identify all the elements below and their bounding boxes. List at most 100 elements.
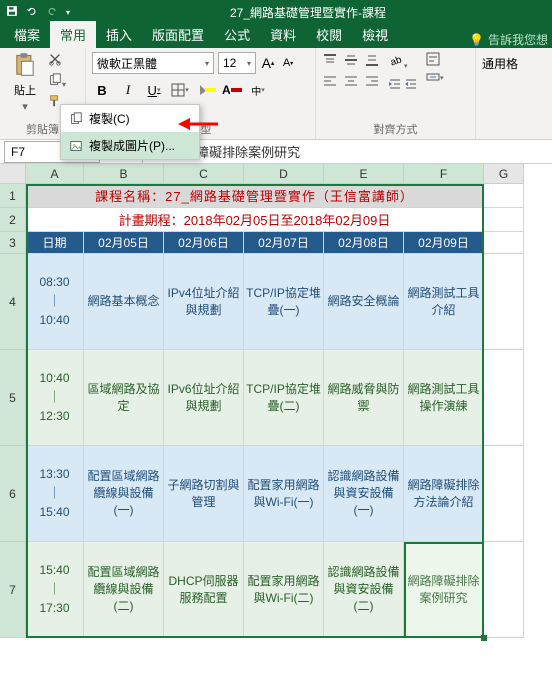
cell[interactable]: 網路測試工具操作演練: [404, 350, 484, 446]
cell[interactable]: IPv4位址介紹與規劃: [164, 254, 244, 350]
cell-header[interactable]: 02月05日: [84, 232, 164, 254]
cell-time[interactable]: 15:40 ｜ 17:30: [26, 542, 84, 638]
svg-text:ab: ab: [389, 54, 404, 68]
cell-header[interactable]: 02月09日: [404, 232, 484, 254]
align-bottom-icon[interactable]: [364, 52, 382, 70]
cell-subtitle[interactable]: 計畫期程：2018年02月05日至2018年02月09日: [26, 208, 484, 232]
tab-review[interactable]: 校閱: [306, 21, 352, 48]
cell[interactable]: [484, 350, 524, 446]
cell[interactable]: DHCP伺服器服務配置: [164, 542, 244, 638]
cell-header[interactable]: 02月06日: [164, 232, 244, 254]
col-header[interactable]: F: [404, 164, 484, 184]
font-size-select[interactable]: 12▾: [218, 52, 256, 74]
cell-header[interactable]: 02月08日: [324, 232, 404, 254]
col-header[interactable]: C: [164, 164, 244, 184]
redo-icon[interactable]: [46, 5, 58, 20]
tab-view[interactable]: 檢視: [352, 21, 398, 48]
col-header[interactable]: D: [244, 164, 324, 184]
wrap-text-button[interactable]: [426, 52, 444, 66]
cell[interactable]: 網路測試工具介紹: [404, 254, 484, 350]
row-header[interactable]: 4: [0, 254, 26, 350]
cell[interactable]: 配置家用網路與Wi-Fi(二): [244, 542, 324, 638]
align-right-icon[interactable]: [364, 73, 382, 91]
ribbon-tabs: 檔案 常用 插入 版面配置 公式 資料 校閱 檢視 💡 告訴我您想: [0, 24, 552, 48]
border-button[interactable]: ▾: [170, 80, 190, 100]
number-format-select[interactable]: 通用格: [482, 52, 536, 74]
row-header[interactable]: 5: [0, 350, 26, 446]
cell[interactable]: 子網路切割與管理: [164, 446, 244, 542]
shrink-font-icon[interactable]: A▾: [280, 55, 296, 71]
tab-formulas[interactable]: 公式: [214, 21, 260, 48]
col-header[interactable]: G: [484, 164, 524, 184]
font-name-select[interactable]: 微軟正黑體▾: [92, 52, 214, 74]
cell[interactable]: 配置區域網路纜線與設備(一): [84, 446, 164, 542]
cell-header[interactable]: 日期: [26, 232, 84, 254]
merge-center-button[interactable]: ▾: [426, 70, 444, 84]
align-top-icon[interactable]: [322, 52, 340, 70]
copy-dropdown-menu: 複製(C) 複製成圖片(P)...: [60, 104, 200, 160]
cell[interactable]: [484, 208, 524, 232]
cell-title[interactable]: 課程名稱：27_網路基礎管理暨實作（王信富講師）: [26, 184, 484, 208]
fill-color-button[interactable]: [196, 80, 216, 100]
row-header[interactable]: 3: [0, 232, 26, 254]
orientation-icon[interactable]: ab▾: [388, 52, 418, 71]
cell[interactable]: [484, 184, 524, 208]
formula-input[interactable]: 網路障礙排除案例研究: [164, 142, 552, 161]
row-header[interactable]: 7: [0, 542, 26, 638]
cell[interactable]: [484, 446, 524, 542]
col-header[interactable]: A: [26, 164, 84, 184]
cell-time[interactable]: 10:40 ｜ 12:30: [26, 350, 84, 446]
tab-insert[interactable]: 插入: [96, 21, 142, 48]
cell[interactable]: 網路障礙排除方法論介紹: [404, 446, 484, 542]
save-icon[interactable]: [6, 5, 18, 20]
menu-item-copy-as-picture[interactable]: 複製成圖片(P)...: [61, 132, 199, 159]
select-all-corner[interactable]: [0, 164, 26, 184]
tab-file[interactable]: 檔案: [4, 21, 50, 48]
phonetic-button[interactable]: 中▾: [248, 80, 268, 100]
cell[interactable]: 網路基本概念: [84, 254, 164, 350]
tab-data[interactable]: 資料: [260, 21, 306, 48]
col-header[interactable]: B: [84, 164, 164, 184]
tab-layout[interactable]: 版面配置: [142, 21, 214, 48]
indent-dec-icon[interactable]: [388, 77, 402, 94]
align-left-icon[interactable]: [322, 73, 340, 91]
indent-inc-icon[interactable]: [404, 77, 418, 94]
row-header[interactable]: 1: [0, 184, 26, 208]
align-middle-icon[interactable]: [343, 52, 361, 70]
copy-icon[interactable]: ▾: [48, 73, 66, 90]
align-center-icon[interactable]: [343, 73, 361, 91]
cell-time[interactable]: 08:30 ｜ 10:40: [26, 254, 84, 350]
cell[interactable]: [484, 232, 524, 254]
bold-button[interactable]: B: [92, 80, 112, 100]
selection-handle[interactable]: [481, 635, 487, 641]
tab-home[interactable]: 常用: [50, 21, 96, 48]
cell[interactable]: [484, 542, 524, 638]
font-color-button[interactable]: A: [222, 80, 242, 100]
underline-button[interactable]: U▾: [144, 80, 164, 100]
cell[interactable]: TCP/IP協定堆疊(二): [244, 350, 324, 446]
col-header[interactable]: E: [324, 164, 404, 184]
cell[interactable]: 認識網路設備與資安設備(一): [324, 446, 404, 542]
grow-font-icon[interactable]: A▴: [260, 55, 276, 71]
cell[interactable]: 配置區域網路纜線與設備(二): [84, 542, 164, 638]
cell[interactable]: 認識網路設備與資安設備(二): [324, 542, 404, 638]
undo-icon[interactable]: [26, 5, 38, 20]
cell[interactable]: [484, 254, 524, 350]
cell[interactable]: 區域網路及協定: [84, 350, 164, 446]
cell-time[interactable]: 13:30 ｜ 15:40: [26, 446, 84, 542]
cut-icon[interactable]: [48, 52, 66, 69]
cell[interactable]: 網路安全概論: [324, 254, 404, 350]
cell-active[interactable]: 網路障礙排除案例研究: [404, 542, 484, 638]
cell[interactable]: IPv6位址介紹與規劃: [164, 350, 244, 446]
row-header[interactable]: 2: [0, 208, 26, 232]
alignment-buttons: [322, 52, 382, 94]
paste-button[interactable]: 貼上 ▾: [6, 52, 44, 113]
cell[interactable]: 配置家用網路與Wi-Fi(一): [244, 446, 324, 542]
row-header[interactable]: 6: [0, 446, 26, 542]
tell-me[interactable]: 💡 告訴我您想: [469, 31, 548, 48]
italic-button[interactable]: I: [118, 80, 138, 100]
cell[interactable]: 網路威脅與防禦: [324, 350, 404, 446]
cell[interactable]: TCP/IP協定堆疊(一): [244, 254, 324, 350]
window-title: 27_網路基礎管理暨實作-課程: [70, 4, 546, 21]
cell-header[interactable]: 02月07日: [244, 232, 324, 254]
